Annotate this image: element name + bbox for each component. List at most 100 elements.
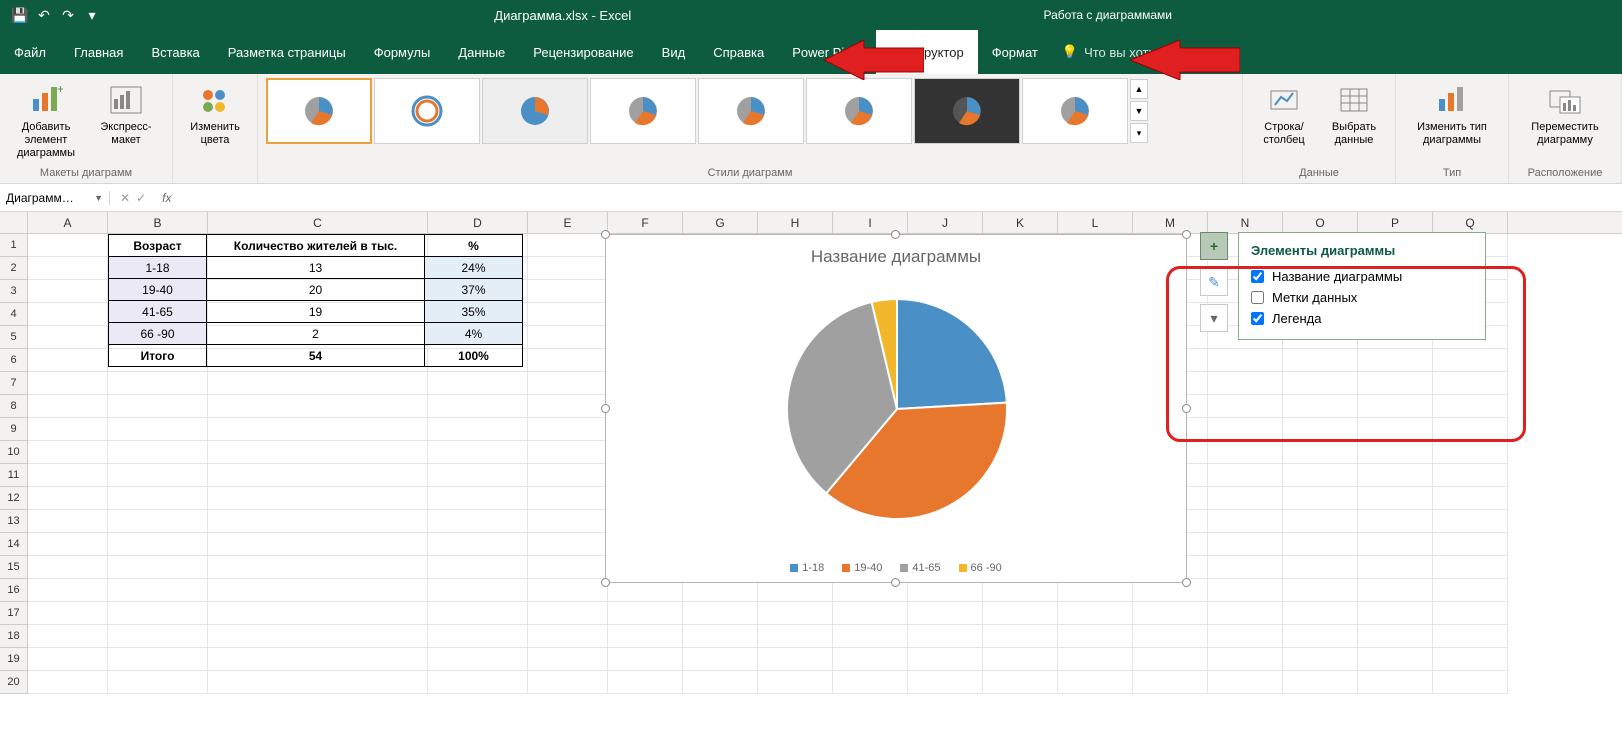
- flyout-item-legend[interactable]: Легенда: [1251, 308, 1473, 329]
- cell[interactable]: [983, 625, 1058, 648]
- cell[interactable]: [1208, 510, 1283, 533]
- cell[interactable]: [1208, 556, 1283, 579]
- table-header-count[interactable]: Количество жителей в тыс.: [207, 235, 425, 257]
- cell[interactable]: [208, 648, 428, 671]
- cell[interactable]: [108, 671, 208, 694]
- cell[interactable]: [758, 648, 833, 671]
- col-header-O[interactable]: O: [1283, 212, 1358, 233]
- chart-style-2[interactable]: [374, 78, 480, 144]
- cell[interactable]: [1358, 556, 1433, 579]
- cell[interactable]: [1133, 625, 1208, 648]
- gallery-scroll-up[interactable]: ▲: [1130, 79, 1148, 99]
- name-box-dropdown-icon[interactable]: ▼: [94, 193, 103, 203]
- cell[interactable]: [1283, 464, 1358, 487]
- cell[interactable]: [683, 648, 758, 671]
- cell[interactable]: [1433, 579, 1508, 602]
- redo-icon[interactable]: ↷: [58, 5, 78, 25]
- cell[interactable]: [1058, 648, 1133, 671]
- cell[interactable]: [1283, 487, 1358, 510]
- cell[interactable]: [1133, 602, 1208, 625]
- tab-help[interactable]: Справка: [699, 30, 778, 74]
- chart-style-3[interactable]: [482, 78, 588, 144]
- table-header-age[interactable]: Возраст: [109, 235, 207, 257]
- cell[interactable]: [1058, 602, 1133, 625]
- cell[interactable]: [908, 671, 983, 694]
- worksheet-grid[interactable]: A B C D E F G H I J K L M N O P Q 123456…: [0, 212, 1622, 738]
- cell[interactable]: [428, 579, 528, 602]
- cell[interactable]: [1208, 625, 1283, 648]
- cell[interactable]: [1208, 418, 1283, 441]
- resize-handle-e[interactable]: [1182, 404, 1191, 413]
- cell[interactable]: [833, 625, 908, 648]
- cell[interactable]: [1358, 625, 1433, 648]
- move-chart-button[interactable]: Переместить диаграмму: [1517, 78, 1613, 151]
- cell[interactable]: [208, 625, 428, 648]
- cell[interactable]: [1058, 625, 1133, 648]
- cell[interactable]: [208, 464, 428, 487]
- cell[interactable]: [608, 671, 683, 694]
- cell[interactable]: [833, 602, 908, 625]
- cell[interactable]: [528, 418, 608, 441]
- checkbox-legend[interactable]: [1251, 312, 1264, 325]
- cell[interactable]: [1433, 625, 1508, 648]
- cell[interactable]: [1283, 648, 1358, 671]
- cell[interactable]: [528, 648, 608, 671]
- cell[interactable]: [1358, 441, 1433, 464]
- col-header-D[interactable]: D: [428, 212, 528, 233]
- cell[interactable]: [108, 464, 208, 487]
- cell[interactable]: [528, 602, 608, 625]
- cell[interactable]: [1283, 671, 1358, 694]
- cell[interactable]: [428, 510, 528, 533]
- row-header[interactable]: 18: [0, 625, 28, 648]
- row-header[interactable]: 16: [0, 579, 28, 602]
- cell[interactable]: [28, 533, 108, 556]
- cell[interactable]: [528, 395, 608, 418]
- cell[interactable]: [208, 372, 428, 395]
- cell[interactable]: [1208, 349, 1283, 372]
- cell[interactable]: [1208, 671, 1283, 694]
- cell[interactable]: [1433, 602, 1508, 625]
- cell[interactable]: [1433, 671, 1508, 694]
- chart-style-1[interactable]: [266, 78, 372, 144]
- cell[interactable]: [1433, 372, 1508, 395]
- cell[interactable]: [1358, 579, 1433, 602]
- fx-icon[interactable]: fx: [156, 191, 177, 205]
- cell[interactable]: [1358, 395, 1433, 418]
- cell[interactable]: [28, 671, 108, 694]
- cell[interactable]: [528, 510, 608, 533]
- col-header-Q[interactable]: Q: [1433, 212, 1508, 233]
- cell[interactable]: [208, 487, 428, 510]
- col-header-B[interactable]: B: [108, 212, 208, 233]
- cell[interactable]: [428, 648, 528, 671]
- cell[interactable]: [1208, 648, 1283, 671]
- cell[interactable]: [528, 487, 608, 510]
- cell[interactable]: [28, 372, 108, 395]
- row-header[interactable]: 2: [0, 257, 28, 280]
- cell[interactable]: [108, 372, 208, 395]
- cell[interactable]: [108, 556, 208, 579]
- cell[interactable]: [908, 648, 983, 671]
- row-header[interactable]: 11: [0, 464, 28, 487]
- cell[interactable]: [528, 556, 608, 579]
- row-header[interactable]: 4: [0, 303, 28, 326]
- col-header-H[interactable]: H: [758, 212, 833, 233]
- cell[interactable]: [1433, 464, 1508, 487]
- cell[interactable]: [1283, 395, 1358, 418]
- row-header[interactable]: 17: [0, 602, 28, 625]
- resize-handle-w[interactable]: [601, 404, 610, 413]
- cell[interactable]: [208, 441, 428, 464]
- cell[interactable]: [428, 418, 528, 441]
- cell[interactable]: [208, 510, 428, 533]
- add-chart-element-button[interactable]: + Добавить элемент диаграммы: [8, 78, 84, 165]
- cell[interactable]: [28, 464, 108, 487]
- cell[interactable]: [1433, 441, 1508, 464]
- row-header[interactable]: 10: [0, 441, 28, 464]
- tab-formulas[interactable]: Формулы: [360, 30, 445, 74]
- cell[interactable]: [1358, 510, 1433, 533]
- row-header[interactable]: 20: [0, 671, 28, 694]
- cell[interactable]: [108, 395, 208, 418]
- cell[interactable]: [528, 625, 608, 648]
- chart-style-8[interactable]: [1022, 78, 1128, 144]
- cell[interactable]: [1358, 671, 1433, 694]
- cell[interactable]: [1208, 441, 1283, 464]
